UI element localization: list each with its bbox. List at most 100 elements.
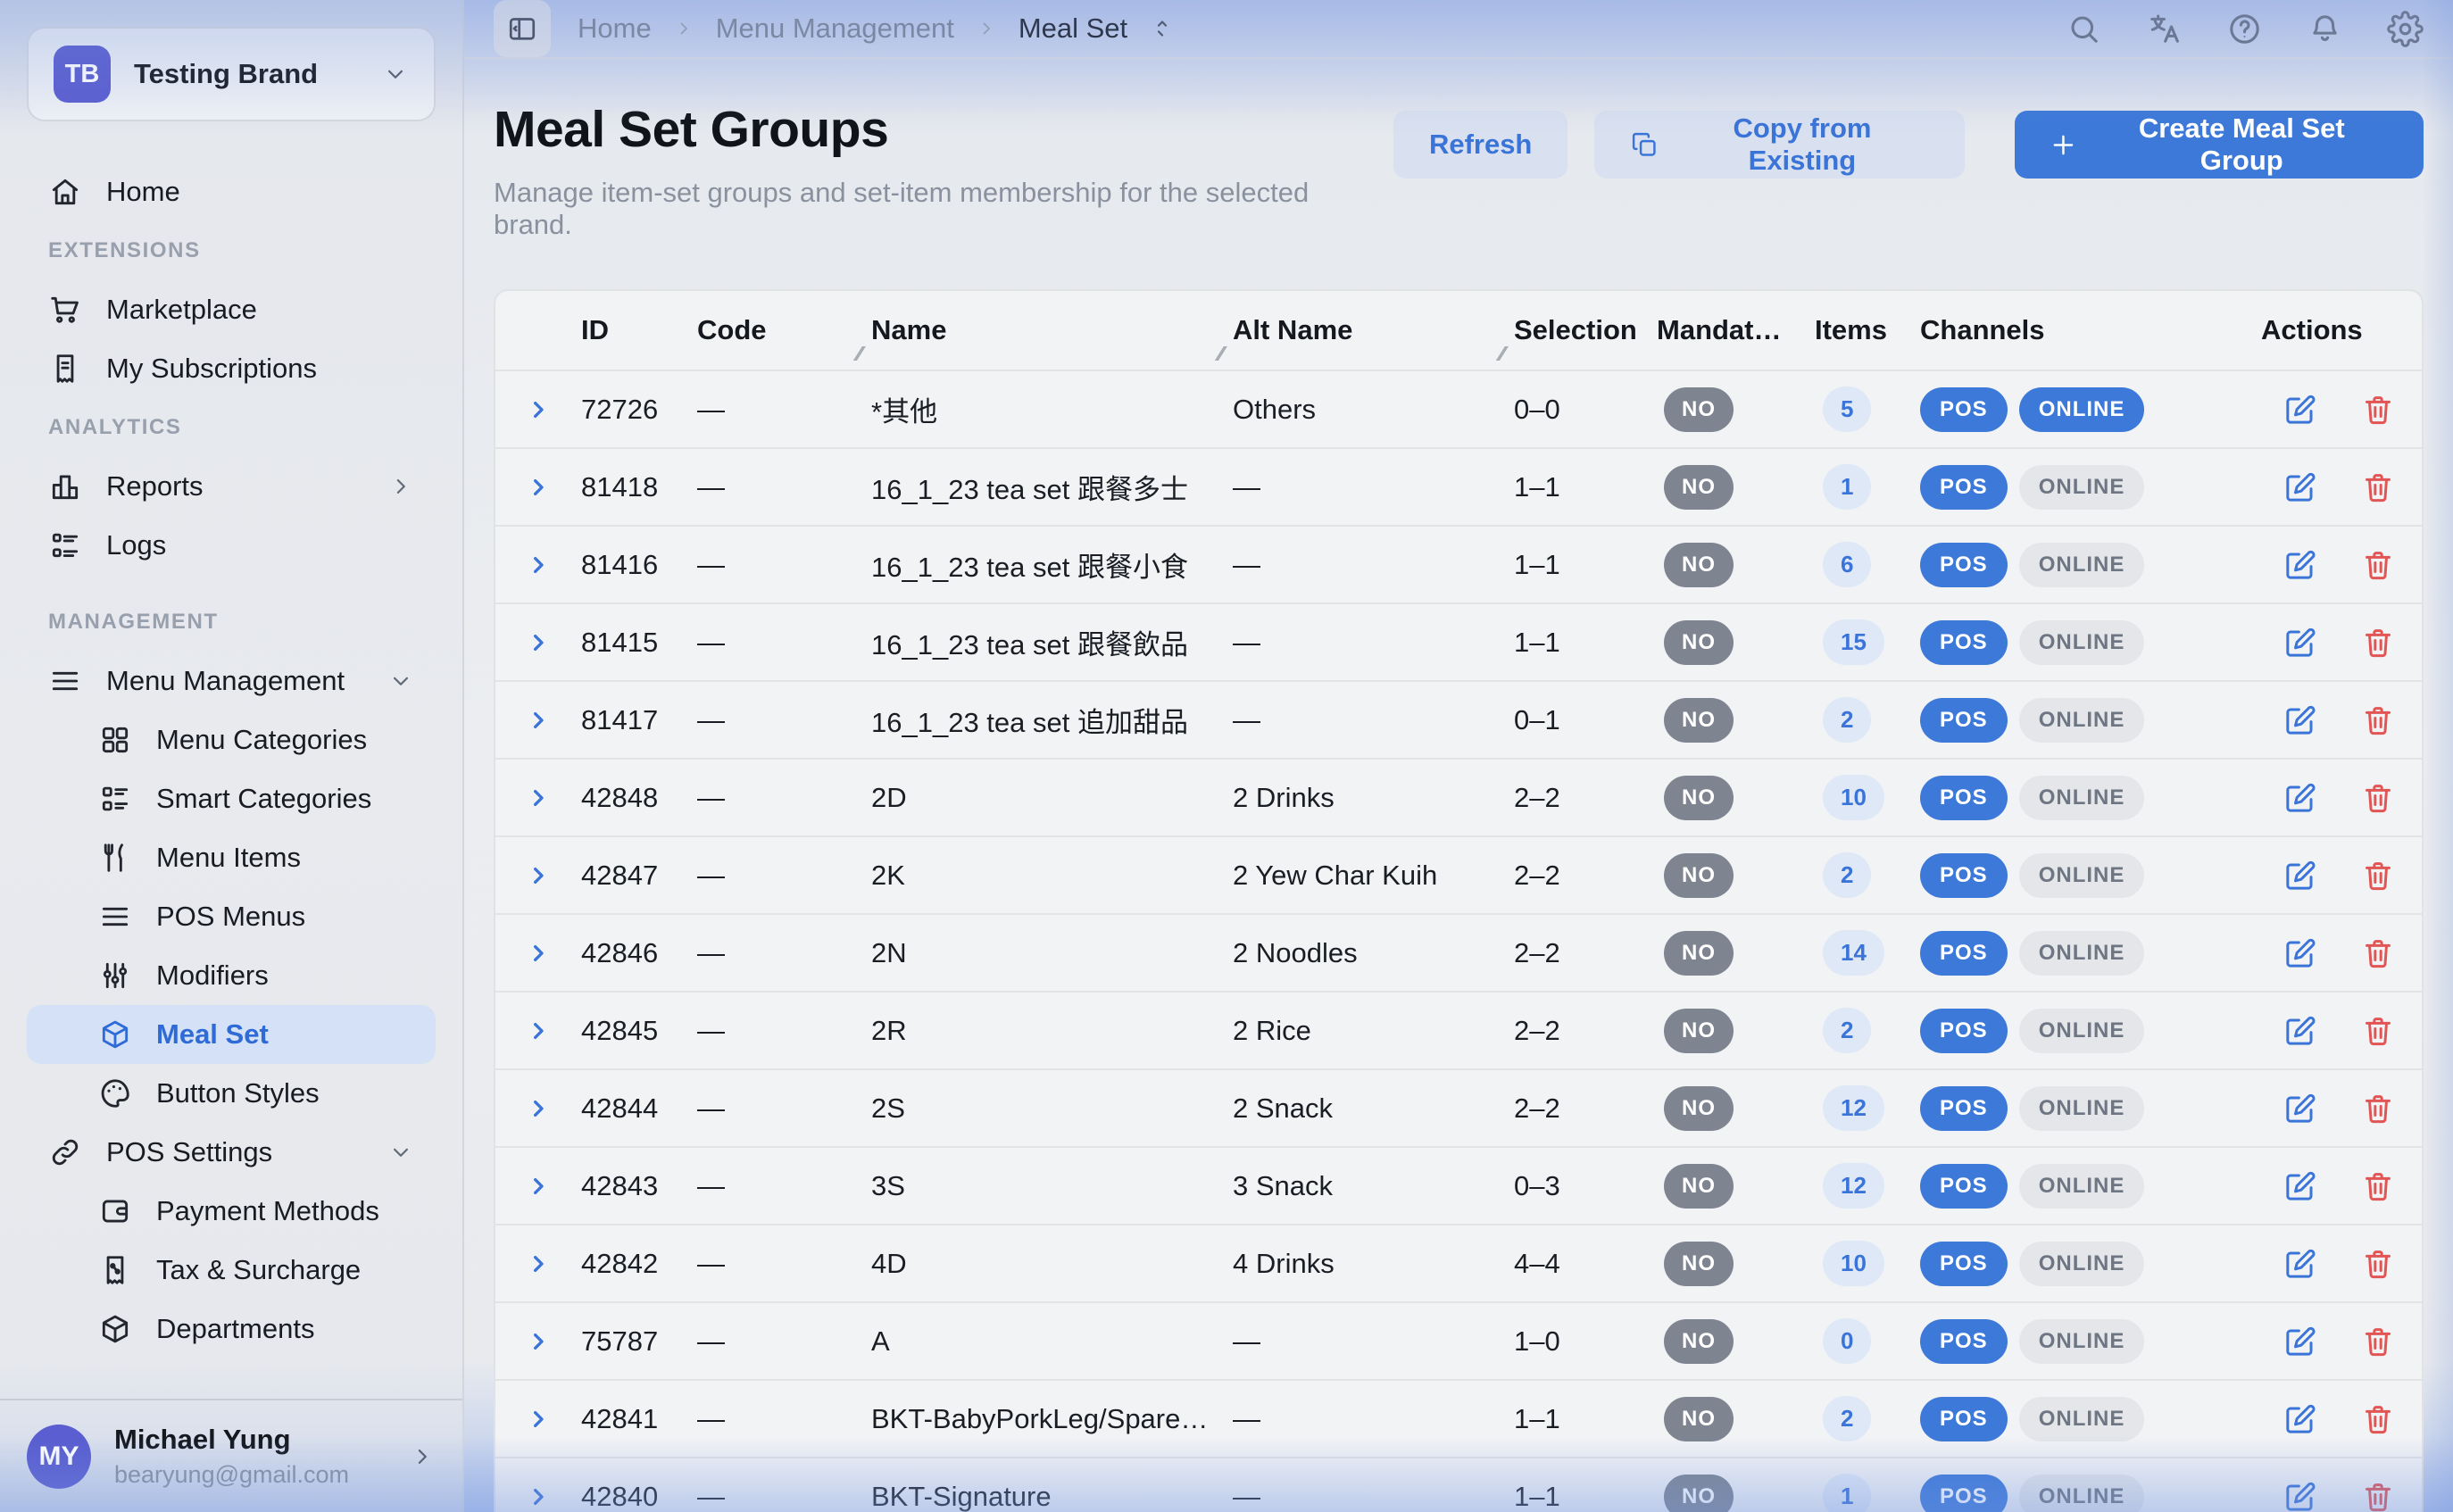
breadcrumb-selector-icon[interactable] [1149,15,1176,42]
expand-row-icon[interactable] [524,939,553,968]
delete-row-button[interactable] [2360,1168,2396,1204]
breadcrumb-home[interactable]: Home [578,12,652,45]
expand-row-icon[interactable] [524,395,553,424]
copy-from-existing-button[interactable]: Copy from Existing [1594,111,1964,179]
table-row-42841[interactable]: 42841—BKT-BabyPorkLeg/SpareR...—1–1NO2PO… [495,1379,2422,1457]
sidebar-item-my-subscriptions[interactable]: My Subscriptions [27,339,436,398]
edit-row-button[interactable] [2283,469,2318,505]
expand-row-icon[interactable] [524,1172,553,1200]
edit-row-button[interactable] [2283,392,2318,428]
table-row-42848[interactable]: 42848—2D2 Drinks2–2NO10POSONLINE [495,758,2422,835]
sidebar-item-marketplace[interactable]: Marketplace [27,280,436,339]
delete-row-button[interactable] [2360,392,2396,428]
edit-row-button[interactable] [2283,1091,2318,1126]
expand-row-icon[interactable] [524,1483,553,1511]
expand-row-icon[interactable] [524,628,553,657]
edit-row-button[interactable] [2283,1479,2318,1512]
sidebar-item-pos-settings[interactable]: POS Settings [27,1123,436,1182]
column-resize-handle[interactable]: ⁄⁄ [1500,342,1503,366]
sidebar-item-pos-menus[interactable]: POS Menus [27,887,436,946]
edit-row-button[interactable] [2283,858,2318,893]
delete-row-button[interactable] [2360,1013,2396,1049]
delete-row-button[interactable] [2360,469,2396,505]
expand-row-icon[interactable] [524,1405,553,1433]
edit-row-button[interactable] [2283,780,2318,816]
table-row-72726[interactable]: 72726—*其他Others0–0NO5POSONLINE [495,370,2422,447]
sidebar-item-menu-categories[interactable]: Menu Categories [27,710,436,769]
channels-cell: POSONLINE [1920,1475,2261,1512]
create-meal-set-group-button[interactable]: Create Meal Set Group [2015,111,2424,179]
translate-icon[interactable] [2146,11,2183,47]
edit-row-button[interactable] [2283,1168,2318,1204]
delete-row-button[interactable] [2360,625,2396,660]
breadcrumb-menu-management[interactable]: Menu Management [716,12,954,45]
delete-row-button[interactable] [2360,1401,2396,1437]
column-resize-handle[interactable]: ⁄⁄ [1218,342,1222,366]
items-count-badge: 12 [1823,1163,1884,1209]
row-code: — [697,471,871,503]
delete-row-button[interactable] [2360,935,2396,971]
row-alt-name: — [1233,471,1514,503]
delete-row-button[interactable] [2360,1246,2396,1282]
user-menu[interactable]: MY Michael Yung bearyung@gmail.com [0,1399,462,1512]
settings-gear-icon[interactable] [2387,11,2424,47]
sidebar-item-menu-items[interactable]: Menu Items [27,828,436,887]
table-row-75787[interactable]: 75787—A—1–0NO0POSONLINE [495,1301,2422,1379]
expand-row-icon[interactable] [524,706,553,735]
table-row-81416[interactable]: 81416—16_1_23 tea set 跟餐小食—1–1NO6POSONLI… [495,525,2422,602]
edit-row-button[interactable] [2283,935,2318,971]
delete-row-button[interactable] [2360,1091,2396,1126]
sidebar-item-tax-surcharge[interactable]: Tax & Surcharge [27,1241,436,1300]
delete-row-button[interactable] [2360,1479,2396,1512]
edit-row-button[interactable] [2283,547,2318,583]
table-row-42847[interactable]: 42847—2K2 Yew Char Kuih2–2NO2POSONLINE [495,835,2422,913]
sidebar-item-button-styles[interactable]: Button Styles [27,1064,436,1123]
expand-row-icon[interactable] [524,473,553,502]
table-row-81417[interactable]: 81417—16_1_23 tea set 追加甜品—0–1NO2POSONLI… [495,680,2422,758]
table-row-42845[interactable]: 42845—2R2 Rice2–2NO2POSONLINE [495,991,2422,1068]
column-resize-handle[interactable]: ⁄⁄ [857,342,861,366]
table-row-42846[interactable]: 42846—2N2 Noodles2–2NO14POSONLINE [495,913,2422,991]
online-channel-badge: ONLINE [2019,1242,2145,1286]
edit-row-button[interactable] [2283,1401,2318,1437]
delete-row-button[interactable] [2360,1324,2396,1359]
sidebar-item-home[interactable]: Home [27,162,436,221]
sidebar-item-smart-categories[interactable]: Smart Categories [27,769,436,828]
expand-row-icon[interactable] [524,1327,553,1356]
expand-row-icon[interactable] [524,1094,553,1123]
delete-row-button[interactable] [2360,702,2396,738]
notifications-bell-icon[interactable] [2307,11,2343,47]
edit-row-button[interactable] [2283,1013,2318,1049]
brand-selector[interactable]: TB Testing Brand [27,27,436,121]
table-row-81418[interactable]: 81418—16_1_23 tea set 跟餐多士—1–1NO1POSONLI… [495,447,2422,525]
delete-row-button[interactable] [2360,780,2396,816]
sidebar-toggle-button[interactable] [494,0,551,57]
expand-row-icon[interactable] [524,1250,553,1278]
row-id: 42847 [581,860,697,892]
sidebar-item-modifiers[interactable]: Modifiers [27,946,436,1005]
edit-row-button[interactable] [2283,702,2318,738]
edit-row-button[interactable] [2283,625,2318,660]
sidebar-item-reports[interactable]: Reports [27,457,436,516]
table-row-42840[interactable]: 42840—BKT-Signature—1–1NO1POSONLINE [495,1457,2422,1512]
delete-row-button[interactable] [2360,547,2396,583]
table-row-42844[interactable]: 42844—2S2 Snack2–2NO12POSONLINE [495,1068,2422,1146]
edit-row-button[interactable] [2283,1324,2318,1359]
delete-row-button[interactable] [2360,858,2396,893]
sidebar-item-menu-management[interactable]: Menu Management [27,652,436,710]
table-row-81415[interactable]: 81415—16_1_23 tea set 跟餐飲品—1–1NO15POSONL… [495,602,2422,680]
table-row-42842[interactable]: 42842—4D4 Drinks4–4NO10POSONLINE [495,1224,2422,1301]
expand-row-icon[interactable] [524,861,553,890]
sidebar-item-logs[interactable]: Logs [27,516,436,575]
sidebar-item-meal-set[interactable]: Meal Set [27,1005,436,1064]
refresh-button[interactable]: Refresh [1393,111,1567,179]
expand-row-icon[interactable] [524,551,553,579]
sidebar-item-payment-methods[interactable]: Payment Methods [27,1182,436,1241]
expand-row-icon[interactable] [524,784,553,812]
edit-row-button[interactable] [2283,1246,2318,1282]
search-icon[interactable] [2066,11,2102,47]
help-icon[interactable] [2226,11,2263,47]
table-row-42843[interactable]: 42843—3S3 Snack0–3NO12POSONLINE [495,1146,2422,1224]
expand-row-icon[interactable] [524,1017,553,1045]
sidebar-item-departments[interactable]: Departments [27,1300,436,1358]
